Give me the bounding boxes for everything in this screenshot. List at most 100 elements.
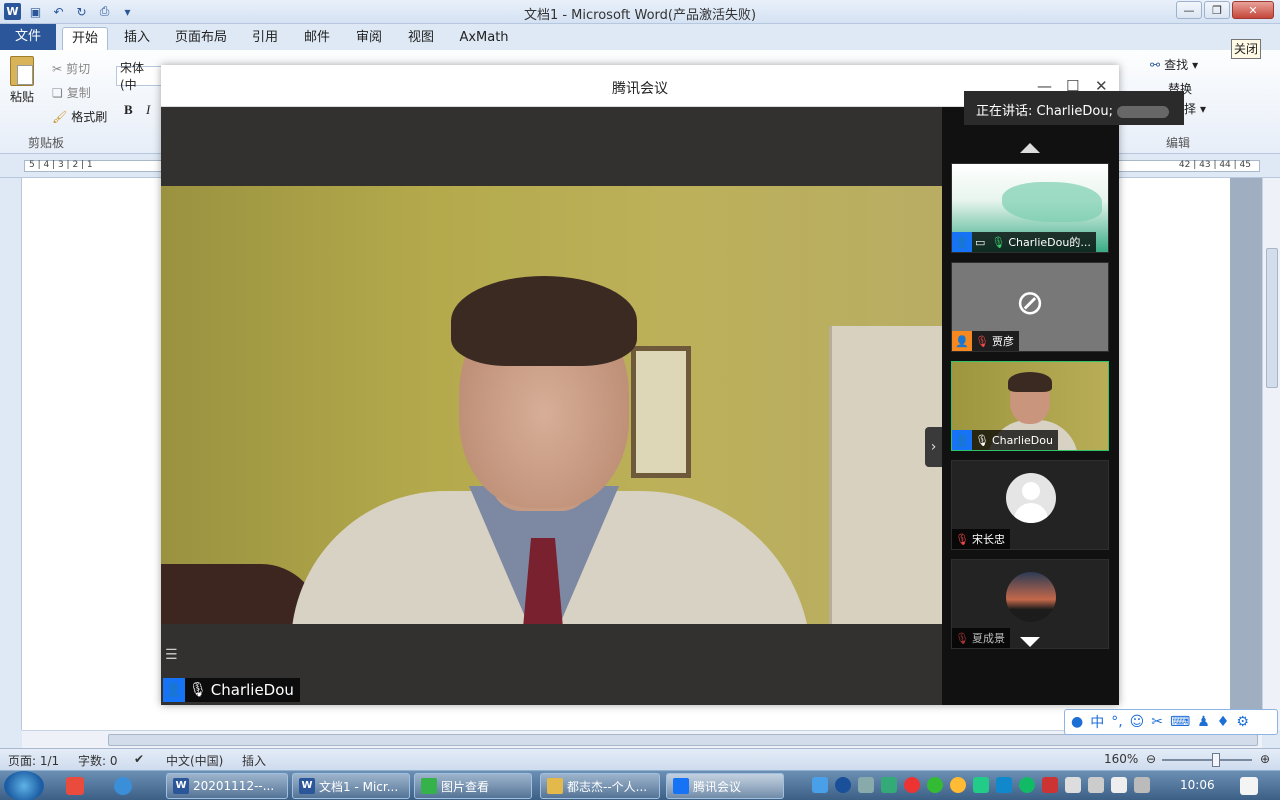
tray-antivirus-icon[interactable] xyxy=(904,777,920,793)
quick-launch-app-icon[interactable] xyxy=(66,777,84,795)
tab-review[interactable]: 审阅 xyxy=(348,27,390,50)
tab-view[interactable]: 视图 xyxy=(400,27,442,50)
person-icon[interactable]: ♟ xyxy=(1197,714,1210,730)
task-tencent-meeting[interactable]: 腾讯会议 xyxy=(666,773,784,799)
tab-page-layout[interactable]: 页面布局 xyxy=(170,27,232,50)
speaker-hair xyxy=(451,276,637,366)
italic-button[interactable]: I xyxy=(146,102,150,118)
find-label: 查找 xyxy=(1164,58,1189,72)
mic-icon: 🎙 xyxy=(975,433,989,447)
clock[interactable]: 10:06 xyxy=(1180,778,1215,792)
word-count[interactable]: 字数: 0 xyxy=(78,752,118,769)
punctuation-icon[interactable]: °, xyxy=(1111,714,1122,730)
task-image-viewer[interactable]: 图片查看 xyxy=(414,773,532,799)
page-count[interactable]: 页面: 1/1 xyxy=(8,752,59,769)
tray-usb-icon[interactable] xyxy=(1065,777,1081,793)
gear-icon[interactable]: ⚙ xyxy=(1236,714,1249,730)
horizontal-scroll-thumb[interactable] xyxy=(108,734,1258,746)
profile-photo xyxy=(1006,572,1056,622)
tab-axmath[interactable]: AxMath xyxy=(454,27,514,50)
tab-file[interactable]: 文件 xyxy=(0,24,56,50)
notification-icon[interactable] xyxy=(1240,777,1258,795)
participant-tile-photo[interactable]: 🎙 夏成景 xyxy=(951,559,1109,649)
folder-icon xyxy=(547,778,563,794)
restore-button[interactable]: ❐ xyxy=(1204,1,1230,19)
search-icon[interactable] xyxy=(114,777,132,795)
wechat-tray-icon[interactable] xyxy=(927,777,943,793)
ribbon-tabs: 文件 开始 插入 页面布局 引用 邮件 审阅 视图 AxMath xyxy=(0,24,1280,50)
tray-security-icon[interactable] xyxy=(1019,777,1035,793)
tray-flag-icon[interactable] xyxy=(1088,777,1104,793)
tab-mailings[interactable]: 邮件 xyxy=(296,27,338,50)
font-name-box[interactable]: 宋体 (中 xyxy=(116,61,164,92)
insert-mode[interactable]: 插入 xyxy=(242,752,266,769)
list-icon[interactable]: ☰ xyxy=(165,647,185,665)
screen-share-icon: ▭ xyxy=(975,235,986,249)
tray-expand-icon[interactable] xyxy=(858,777,874,793)
task-label: 腾讯会议 xyxy=(693,779,742,794)
zoom-out-icon[interactable]: ⊖ xyxy=(1146,752,1156,766)
find-button[interactable]: ⚯ 查找 ▾ xyxy=(1150,56,1198,73)
help-icon[interactable] xyxy=(835,777,851,793)
ime-user-icon[interactable]: ● xyxy=(1071,714,1083,730)
tray-plus-icon[interactable] xyxy=(950,777,966,793)
keyboard-icon[interactable]: ⌨ xyxy=(1170,714,1190,730)
tray-network-icon[interactable] xyxy=(996,777,1012,793)
scissors-icon[interactable]: ✂ xyxy=(1151,714,1163,730)
cut-button[interactable]: ✂ 剪切 xyxy=(52,60,90,77)
scroll-up-icon[interactable] xyxy=(1020,143,1040,153)
main-video[interactable]: ☰ 👤 🎙 CharlieDou › xyxy=(161,107,942,705)
door xyxy=(829,326,942,624)
participant-name: CharlieDou的... xyxy=(1008,236,1091,249)
paste-button[interactable]: 粘贴 xyxy=(10,56,34,105)
task-word-doc-2[interactable]: W 文档1 - Micr... xyxy=(292,773,410,799)
speaker-camera-feed xyxy=(161,186,942,624)
select-button[interactable]: 择 ▾ xyxy=(1184,100,1206,117)
tray-app-icon[interactable] xyxy=(881,777,897,793)
zoom-in-icon[interactable]: ⊕ xyxy=(1260,752,1270,766)
emoji-icon[interactable]: ☺ xyxy=(1130,714,1145,730)
font-name-value: 宋体 (中 xyxy=(120,61,145,92)
zoom-slider[interactable] xyxy=(1162,759,1252,761)
volume-icon[interactable] xyxy=(1111,777,1127,793)
proofing-icon[interactable]: ✔ xyxy=(134,752,144,766)
world-map-thumbnail xyxy=(1002,182,1102,222)
signal-icon[interactable] xyxy=(1134,777,1150,793)
close-button[interactable]: ✕ xyxy=(1232,1,1274,19)
participant-tile-active[interactable]: 👤 🎙 CharlieDou xyxy=(951,361,1109,451)
task-word-doc-1[interactable]: W 20201112--... xyxy=(166,773,288,799)
word-icon: W xyxy=(299,778,315,794)
shield-icon[interactable] xyxy=(973,777,989,793)
participant-tag: 👤 ▭ 🎙 CharlieDou的... xyxy=(952,232,1096,252)
scissors-icon: ✂ xyxy=(52,61,63,76)
window-title: 文档1 - Microsoft Word(产品激活失败) xyxy=(523,8,757,23)
shirt-icon[interactable]: ♦ xyxy=(1217,714,1230,730)
zoom-slider-knob[interactable] xyxy=(1212,753,1220,767)
participant-sidebar: 👤 ▭ 🎙 CharlieDou的... ⊘ 👤 🎙 贾彦 👤 🎙 Charli… xyxy=(942,107,1119,705)
cut-label: 剪切 xyxy=(66,62,91,76)
vertical-scrollbar[interactable] xyxy=(1262,178,1280,730)
scroll-down-icon[interactable] xyxy=(1020,637,1040,647)
vertical-scroll-thumb[interactable] xyxy=(1266,248,1278,388)
participant-tile-camera-off[interactable]: ⊘ 👤 🎙 贾彦 xyxy=(951,262,1109,352)
minimize-button[interactable]: — xyxy=(1176,1,1202,19)
task-folder[interactable]: 都志杰--个人... xyxy=(540,773,660,799)
editing-group-label: 编辑 xyxy=(1166,136,1191,150)
language-indicator[interactable]: 中文(中国) xyxy=(166,752,223,769)
chevron-right-icon[interactable]: › xyxy=(925,427,942,467)
tab-insert[interactable]: 插入 xyxy=(116,27,158,50)
copy-button[interactable]: ❏ 复制 xyxy=(52,84,91,101)
tab-references[interactable]: 引用 xyxy=(244,27,286,50)
wechat-icon xyxy=(421,778,437,794)
format-painter-button[interactable]: 🖌 格式刷 xyxy=(52,108,107,125)
start-button[interactable] xyxy=(4,771,44,800)
zoom-level[interactable]: 160% xyxy=(1104,752,1138,766)
tray-qq-icon[interactable] xyxy=(812,777,828,793)
ime-language[interactable]: 中 xyxy=(1090,712,1104,732)
bold-button[interactable]: B xyxy=(124,102,133,118)
participant-tile-avatar[interactable]: 🎙 宋长忠 xyxy=(951,460,1109,550)
participant-tile-share[interactable]: 👤 ▭ 🎙 CharlieDou的... xyxy=(951,163,1109,253)
tray-alert-icon[interactable] xyxy=(1042,777,1058,793)
vertical-ruler xyxy=(0,178,22,730)
tab-home[interactable]: 开始 xyxy=(62,27,108,50)
